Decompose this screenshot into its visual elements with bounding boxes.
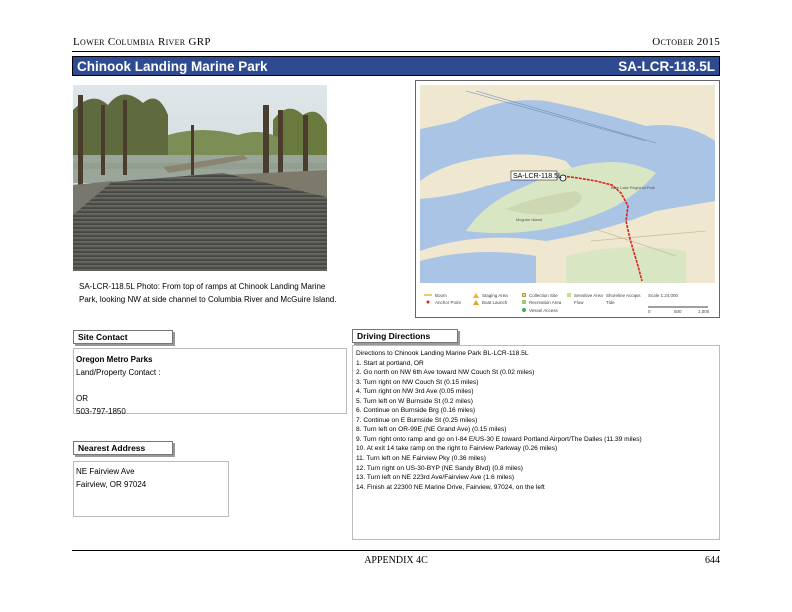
direction-step: 11. Turn left on NE Fairview Pky (0.36 m… xyxy=(356,455,486,463)
legend-flow: Flow xyxy=(574,300,584,305)
footer-page-number: 644 xyxy=(705,555,720,566)
driving-directions-box: Directions to Chinook Landing Marine Par… xyxy=(352,345,720,540)
direction-step: 4. Turn right on NW 3rd Ave (0.05 miles) xyxy=(356,388,474,396)
site-id: SA-LCR-118.5L xyxy=(618,59,715,74)
header-right: October 2015 xyxy=(652,36,720,48)
direction-step: 14. Finish at 22300 NE Marine Drive, Fai… xyxy=(356,483,545,491)
directions-list: Directions to Chinook Landing Marine Par… xyxy=(356,349,716,492)
photo-caption: SA-LCR-118.5L Photo: From top of ramps a… xyxy=(79,282,337,304)
page-title: Chinook Landing Marine Park xyxy=(77,59,268,74)
scale-tick-2: 1,000 xyxy=(698,309,710,314)
map-area-label-1: Mcguire Island xyxy=(516,217,542,222)
header-left: Lower Columbia River GRP xyxy=(73,36,211,48)
address-line-1: NE Fairview Ave xyxy=(76,467,135,476)
legend-anchor: Anchor Point xyxy=(435,300,462,305)
contact-phone: 503-797-1850 xyxy=(76,407,126,416)
legend-tide: Tide xyxy=(606,300,615,305)
legend-boat-launch: Boat Launch xyxy=(482,300,508,305)
nearest-address-label: Nearest Address xyxy=(73,441,173,455)
site-contact-box: Oregon Metro Parks Land/Property Contact… xyxy=(73,348,347,416)
direction-step: 3. Turn right on NW Couch St (0.15 miles… xyxy=(356,378,479,386)
contact-org: Oregon Metro Parks xyxy=(76,355,153,364)
north-arrow-icon: ↑ xyxy=(634,295,637,301)
contact-state: OR xyxy=(76,394,88,403)
direction-step: 12. Turn right on US-30-BYP (NE Sandy Bl… xyxy=(356,464,523,472)
direction-step: 13. Turn left on NE 223rd Ave/Fairview A… xyxy=(356,474,515,482)
direction-step: 9. Turn right onto ramp and go on I-84 E… xyxy=(356,435,642,443)
nearest-address-box: NE Fairview Ave Fairview, OR 97024 xyxy=(73,461,229,517)
header-rule xyxy=(72,51,720,52)
direction-step: 10. At exit 14 take ramp on the right to… xyxy=(356,445,558,453)
site-contact-label: Site Contact xyxy=(73,330,173,344)
map-area-label-2: Blue Lake Regional Park xyxy=(611,185,655,190)
legend-staging: Staging Area xyxy=(482,293,508,298)
direction-step: 1. Start at portland, OR xyxy=(356,359,424,367)
legend-vessel: Vessel Access xyxy=(529,308,559,313)
legend-sensitive: Sensitive Area xyxy=(574,293,603,298)
direction-step: 5. Turn left on W Burnside St (0.2 miles… xyxy=(356,397,473,405)
site-photo xyxy=(73,85,327,271)
legend-recreation: Recreation Area xyxy=(529,300,562,305)
site-map: SA-LCR-118.5L Mcguire Island Blue Lake R… xyxy=(415,80,720,318)
address-line-2: Fairview, OR 97024 xyxy=(76,480,147,489)
title-bar: Chinook Landing Marine Park SA-LCR-118.5… xyxy=(72,56,720,76)
legend-collection: Collection Site xyxy=(529,293,558,298)
direction-step: 8. Turn left on OR-99E (NE Grand Ave) (0… xyxy=(356,426,507,434)
direction-step: Directions to Chinook Landing Marine Par… xyxy=(356,350,529,357)
direction-step: 7. Continue on E Burnside St (0.25 miles… xyxy=(356,416,478,424)
legend-scale-note: Scale 1:24,000 xyxy=(648,293,679,298)
footer-appendix: APPENDIX 4C xyxy=(364,555,428,566)
direction-step: 2. Go north on NW 6th Ave toward NW Couc… xyxy=(356,369,535,377)
map-site-label: SA-LCR-118.5L xyxy=(513,173,562,180)
scale-tick-1: 500 xyxy=(674,309,682,314)
legend-boom: Boom xyxy=(435,293,447,298)
contact-label: Land/Property Contact : xyxy=(76,368,161,377)
driving-directions-label: Driving Directions xyxy=(352,329,458,343)
footer-rule xyxy=(72,550,720,551)
direction-step: 6. Continue on Burnside Brg (0.16 miles) xyxy=(356,407,476,415)
